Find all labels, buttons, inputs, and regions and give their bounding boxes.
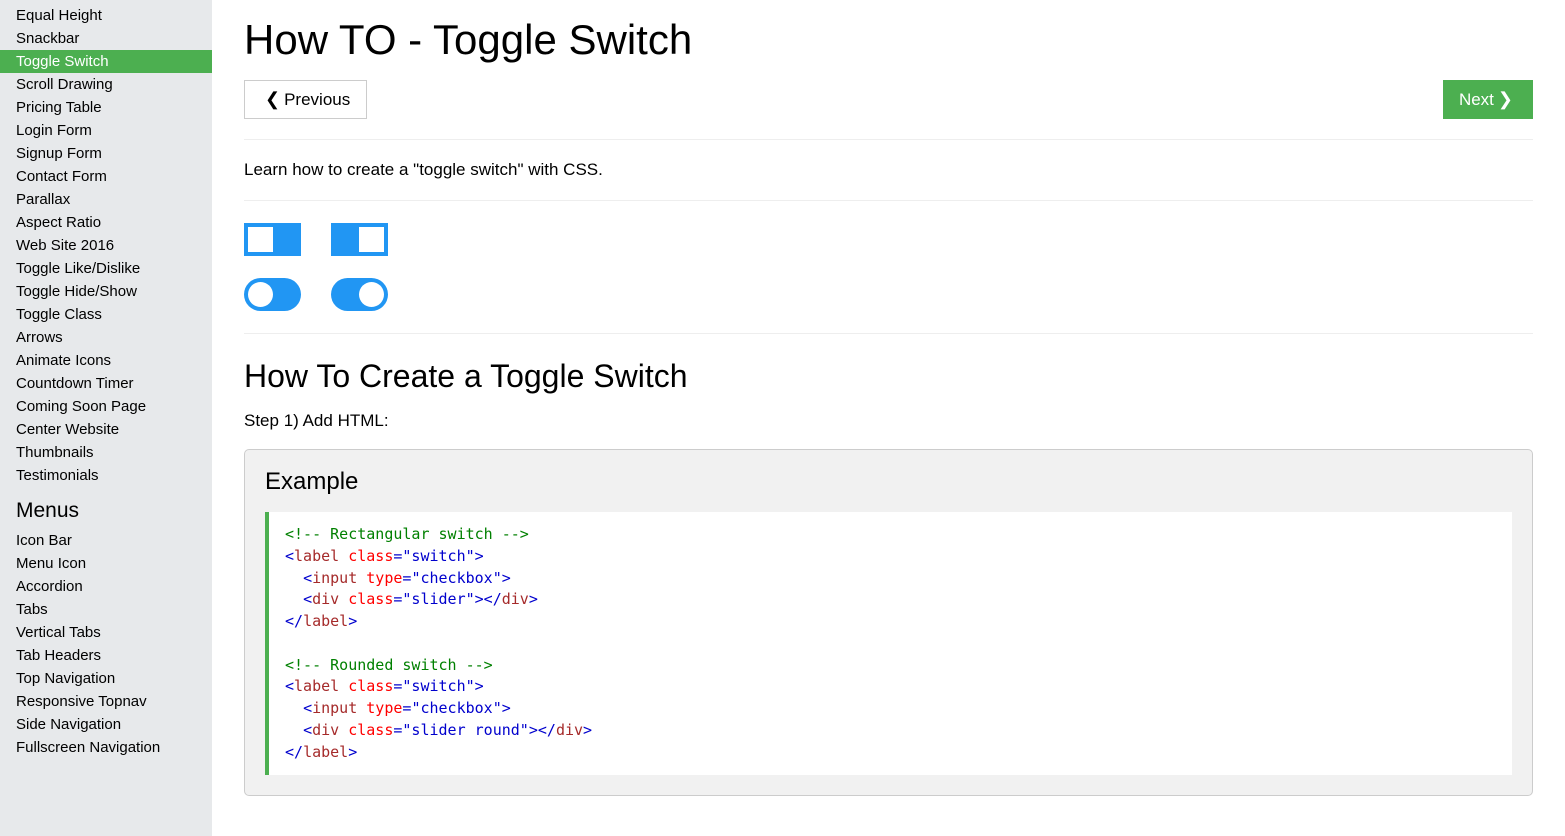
sidebar-item-toggle-like-dislike[interactable]: Toggle Like/Dislike (0, 257, 212, 280)
sidebar-item-vertical-tabs[interactable]: Vertical Tabs (0, 621, 212, 644)
sidebar-item-equal-height[interactable]: Equal Height (0, 4, 212, 27)
sidebar-item-snackbar[interactable]: Snackbar (0, 27, 212, 50)
sidebar-item-coming-soon-page[interactable]: Coming Soon Page (0, 395, 212, 418)
sidebar-section-menus: Menus (0, 487, 212, 529)
toggle-switch-square-on[interactable] (331, 223, 388, 256)
toggle-switch-square-off[interactable] (244, 223, 301, 256)
code-block: <!-- Rectangular switch --> <label class… (265, 512, 1512, 775)
chevron-left-icon: ❮ (265, 89, 280, 110)
divider (244, 333, 1533, 334)
sidebar-item-parallax[interactable]: Parallax (0, 188, 212, 211)
sidebar-item-contact-form[interactable]: Contact Form (0, 165, 212, 188)
section-title: How To Create a Toggle Switch (244, 358, 1533, 395)
previous-button[interactable]: ❮ Previous (244, 80, 367, 119)
toggle-switch-round-off[interactable] (244, 278, 301, 311)
sidebar-item-scroll-drawing[interactable]: Scroll Drawing (0, 73, 212, 96)
sidebar-item-menu-icon[interactable]: Menu Icon (0, 552, 212, 575)
chevron-right-icon: ❯ (1498, 89, 1513, 110)
page-title: How TO - Toggle Switch (244, 16, 1533, 64)
step-text: Step 1) Add HTML: (244, 411, 1533, 431)
sidebar-item-signup-form[interactable]: Signup Form (0, 142, 212, 165)
sidebar-item-accordion[interactable]: Accordion (0, 575, 212, 598)
sidebar-item-responsive-topnav[interactable]: Responsive Topnav (0, 690, 212, 713)
example-title: Example (265, 468, 1512, 496)
next-label: Next (1459, 90, 1494, 110)
sidebar-item-icon-bar[interactable]: Icon Bar (0, 529, 212, 552)
next-button[interactable]: Next ❯ (1443, 80, 1533, 119)
sidebar-item-tabs[interactable]: Tabs (0, 598, 212, 621)
intro-text: Learn how to create a "toggle switch" wi… (244, 160, 1533, 180)
sidebar-item-animate-icons[interactable]: Animate Icons (0, 349, 212, 372)
square-switch-row (244, 223, 1533, 256)
sidebar-item-pricing-table[interactable]: Pricing Table (0, 96, 212, 119)
sidebar-item-thumbnails[interactable]: Thumbnails (0, 441, 212, 464)
sidebar-item-top-navigation[interactable]: Top Navigation (0, 667, 212, 690)
round-switch-row (244, 278, 1533, 311)
example-box: Example <!-- Rectangular switch --> <lab… (244, 449, 1533, 796)
divider (244, 139, 1533, 140)
sidebar-item-fullscreen-navigation[interactable]: Fullscreen Navigation (0, 736, 212, 759)
sidebar-item-arrows[interactable]: Arrows (0, 326, 212, 349)
sidebar-item-aspect-ratio[interactable]: Aspect Ratio (0, 211, 212, 234)
sidebar[interactable]: Equal HeightSnackbarToggle SwitchScroll … (0, 0, 212, 836)
sidebar-item-center-website[interactable]: Center Website (0, 418, 212, 441)
sidebar-item-countdown-timer[interactable]: Countdown Timer (0, 372, 212, 395)
toggle-switch-round-on[interactable] (331, 278, 388, 311)
sidebar-item-side-navigation[interactable]: Side Navigation (0, 713, 212, 736)
sidebar-item-toggle-switch[interactable]: Toggle Switch (0, 50, 212, 73)
sidebar-item-login-form[interactable]: Login Form (0, 119, 212, 142)
sidebar-item-toggle-class[interactable]: Toggle Class (0, 303, 212, 326)
sidebar-item-toggle-hide-show[interactable]: Toggle Hide/Show (0, 280, 212, 303)
divider (244, 200, 1533, 201)
main-content: How TO - Toggle Switch ❮ Previous Next ❯… (212, 0, 1565, 836)
sidebar-item-tab-headers[interactable]: Tab Headers (0, 644, 212, 667)
sidebar-item-testimonials[interactable]: Testimonials (0, 464, 212, 487)
previous-label: Previous (284, 90, 350, 110)
sidebar-item-web-site-2016[interactable]: Web Site 2016 (0, 234, 212, 257)
